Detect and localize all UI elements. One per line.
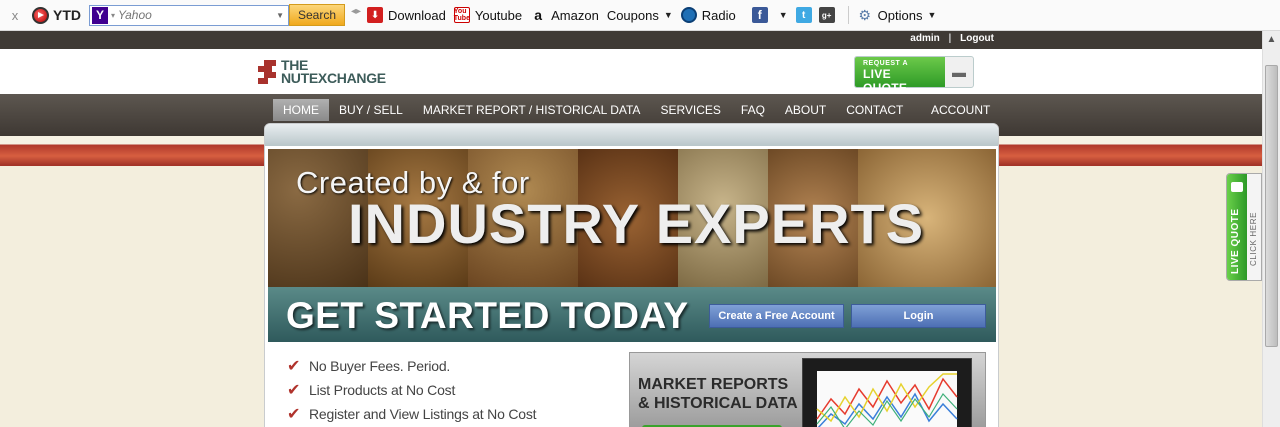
site-logo[interactable]: THE NUTEXCHANGE xyxy=(258,58,386,86)
facebook-icon: f xyxy=(751,7,768,23)
toolbar-twitter[interactable]: t xyxy=(795,7,817,23)
nav-contact[interactable]: CONTACT xyxy=(836,99,913,121)
feature-text: Register and View Listings at No Cost xyxy=(309,406,537,422)
feature-item: ✔ No Buyer Fees. Period. xyxy=(287,354,536,378)
nav-about[interactable]: ABOUT xyxy=(775,99,836,121)
site-header: THE NUTEXCHANGE REQUEST A LIVE QUOTE ▬ xyxy=(0,49,1262,95)
account-links: admin | Logout xyxy=(910,33,994,44)
toolbar-options[interactable]: ⚙ Options ▼ xyxy=(857,6,937,23)
login-button[interactable]: Login xyxy=(851,304,986,328)
ytd-brand[interactable]: YTD xyxy=(32,6,81,24)
toolbar-radio-label: Radio xyxy=(701,7,736,23)
historical-data-title: & HISTORICAL DATA xyxy=(638,395,798,412)
search-input[interactable] xyxy=(118,8,269,22)
link-separator: | xyxy=(948,33,952,44)
live-quote-side-tab[interactable]: LIVE QUOTE CLICK HERE xyxy=(1226,173,1262,281)
feature-text: No Buyer Fees. Period. xyxy=(309,358,451,374)
scroll-up-icon[interactable]: ▲ xyxy=(1263,31,1280,48)
twitter-icon: t xyxy=(795,7,812,23)
live-quote-big-label: LIVE QUOTE xyxy=(863,67,908,95)
feature-item: ✔ Register and View Listings at No Cost xyxy=(287,402,537,426)
radio-icon xyxy=(680,7,697,23)
ytd-logo-icon xyxy=(32,6,49,24)
toolbar-amazon-label: Amazon xyxy=(551,7,599,23)
toolbar-facebook[interactable]: f xyxy=(751,7,773,23)
download-icon: ⬇ xyxy=(367,7,384,23)
nav-services[interactable]: SERVICES xyxy=(650,99,730,121)
request-live-quote-button[interactable]: REQUEST A LIVE QUOTE ▬ xyxy=(854,56,974,95)
toolbar-divider xyxy=(847,6,849,24)
ytd-label: YTD xyxy=(53,7,81,23)
provider-dropdown-icon[interactable]: ▾ xyxy=(111,11,115,20)
toolbar-download-label: Download xyxy=(388,7,446,23)
nav-home[interactable]: HOME xyxy=(273,99,329,121)
toolbar-radio[interactable]: Radio xyxy=(680,7,736,23)
options-dropdown-icon: ▼ xyxy=(927,10,937,20)
feature-text: List Products at No Cost xyxy=(309,382,456,398)
feature-list: ✔ No Buyer Fees. Period. ✔ List Products… xyxy=(287,354,537,426)
vertical-scrollbar[interactable]: ▲ xyxy=(1262,31,1280,427)
amazon-icon: a xyxy=(534,7,542,23)
hero-headline: INDUSTRY EXPERTS xyxy=(348,192,925,255)
coupons-dropdown-icon: ▼ xyxy=(663,10,673,20)
nav-market-report[interactable]: MARKET REPORT / HISTORICAL DATA xyxy=(413,99,651,121)
toolbar-amazon[interactable]: a Amazon xyxy=(530,7,599,23)
logout-link[interactable]: Logout xyxy=(960,33,994,44)
nav-account[interactable]: ACCOUNT xyxy=(931,99,990,121)
toolbar-coupons-label: Coupons xyxy=(606,7,659,23)
side-tab-live-quote: LIVE QUOTE xyxy=(1230,208,1241,274)
market-reports-title: MARKET REPORTS xyxy=(638,376,789,393)
scrollbar-thumb[interactable] xyxy=(1265,65,1278,347)
nav-buy-sell[interactable]: BUY / SELL xyxy=(329,99,413,121)
search-box: Y ▾ ▼ xyxy=(89,4,289,26)
toolbar-coupons[interactable]: Coupons ▼ xyxy=(607,8,673,23)
toolbar-options-label: Options xyxy=(877,7,923,23)
chat-bubble-icon: ▬ xyxy=(952,64,966,80)
site-top-bar: admin | Logout xyxy=(0,31,1262,49)
search-history-dropdown-icon[interactable]: ▼ xyxy=(276,11,284,20)
logo-line-2: NUTEXCHANGE xyxy=(281,70,386,86)
yahoo-icon[interactable]: Y xyxy=(92,6,108,24)
toolbar-google-plus[interactable]: g+ xyxy=(818,7,840,23)
side-tab-click-here: CLICK HERE xyxy=(1249,211,1258,266)
create-account-button[interactable]: Create a Free Account xyxy=(709,304,844,328)
youtube-icon: You Tube xyxy=(453,7,470,23)
toolbar-youtube[interactable]: You Tube Youtube xyxy=(454,7,522,23)
market-chart-graphic xyxy=(816,371,958,427)
facebook-dropdown-icon[interactable]: ▼ xyxy=(779,10,788,20)
logo-text: THE NUTEXCHANGE xyxy=(281,58,386,86)
market-reports-promo[interactable]: MARKET REPORTS & HISTORICAL DATA xyxy=(629,352,986,427)
admin-link[interactable]: admin xyxy=(910,33,939,44)
toolbar-youtube-label: Youtube xyxy=(474,7,523,23)
live-quote-small-label: REQUEST A xyxy=(863,60,909,67)
nav-items: HOME BUY / SELL MARKET REPORT / HISTORIC… xyxy=(273,99,913,121)
browser-toolbar: x YTD Y ▾ ▼ Search ◂▸ ⬇ Download YouTube… xyxy=(0,0,1280,31)
checkmark-icon: ✔ xyxy=(287,382,301,399)
checkmark-icon: ✔ xyxy=(287,406,301,423)
google-plus-icon: g+ xyxy=(818,7,835,23)
checkmark-icon: ✔ xyxy=(287,358,301,375)
card-header xyxy=(265,124,998,146)
get-started-bar: GET STARTED TODAY Create a Free Account … xyxy=(268,287,996,342)
market-chart-thumbnail xyxy=(802,358,972,427)
live-quote-label: REQUEST A LIVE QUOTE xyxy=(855,57,945,95)
chat-icon xyxy=(1231,182,1243,192)
search-button[interactable]: Search xyxy=(289,4,346,26)
nav-faq[interactable]: FAQ xyxy=(731,99,775,121)
close-toolbar-icon[interactable]: x xyxy=(6,8,24,23)
toolbar-resize-handle-icon[interactable]: ◂▸ xyxy=(351,6,361,24)
hero-banner: Created by & for INDUSTRY EXPERTS xyxy=(268,149,996,287)
toolbar-download[interactable]: ⬇ Download xyxy=(367,7,446,23)
feature-item: ✔ List Products at No Cost xyxy=(287,378,536,402)
gear-icon: ⚙ xyxy=(858,6,871,23)
get-started-title: GET STARTED TODAY xyxy=(286,295,689,336)
logo-mark-icon xyxy=(258,60,278,84)
